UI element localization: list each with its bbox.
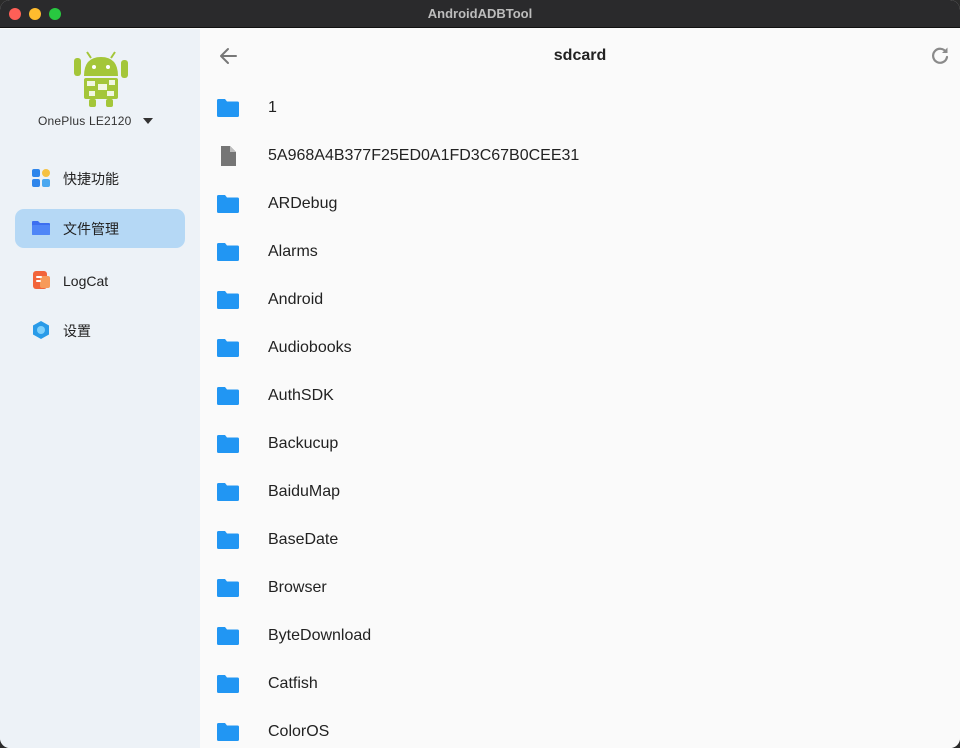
file-name: Alarms <box>268 243 318 260</box>
logcat-icon <box>33 271 50 289</box>
folder-icon <box>217 482 239 502</box>
folder-row[interactable]: Audiobooks <box>200 324 960 372</box>
folder-row[interactable]: ColorOS <box>200 708 960 748</box>
nav-label-quick-actions: 快捷功能 <box>63 170 119 187</box>
nav-label-settings: 设置 <box>63 322 91 339</box>
folder-row[interactable]: Alarms <box>200 228 960 276</box>
folder-icon <box>217 290 239 310</box>
quick-actions-icon <box>32 169 50 187</box>
file-list: 1 5A968A4B377F25ED0A1FD3C67B0CEE31 ARDebug… <box>200 84 960 748</box>
nav-label-logcat: LogCat <box>63 272 109 289</box>
file-name: Catfish <box>268 675 318 692</box>
file-name: 1 <box>268 99 277 116</box>
folder-icon <box>217 386 239 406</box>
device-selector[interactable]: OnePlus LE2120 <box>38 111 153 131</box>
file-name: BaseDate <box>268 531 339 548</box>
chevron-down-icon <box>142 118 153 124</box>
folder-icon <box>217 194 239 214</box>
folder-icon <box>217 338 239 358</box>
path-header: sdcard <box>200 29 960 83</box>
file-name: BaiduMap <box>268 483 341 500</box>
folder-row[interactable]: Browser <box>200 564 960 612</box>
refresh-icon[interactable] <box>930 46 950 66</box>
file-name: AuthSDK <box>268 387 334 404</box>
folder-row[interactable]: 1 <box>200 84 960 132</box>
current-path-title: sdcard <box>553 47 607 64</box>
file-name: ARDebug <box>268 195 338 212</box>
folder-row[interactable]: Catfish <box>200 660 960 708</box>
file-name: ByteDownload <box>268 627 372 644</box>
app-window: AndroidADBTool OnePlus LE2120 快捷功能 文件管理 … <box>0 0 960 748</box>
android-logo-icon <box>74 51 128 107</box>
title-bar: AndroidADBTool <box>0 0 960 28</box>
file-name: Audiobooks <box>268 339 352 356</box>
file-name: Backucup <box>268 435 339 452</box>
folder-icon <box>217 674 239 694</box>
folder-row[interactable]: BaseDate <box>200 516 960 564</box>
folder-row[interactable]: Android <box>200 276 960 324</box>
folder-icon <box>217 626 239 646</box>
nav-item-settings[interactable]: 设置 <box>15 311 185 350</box>
settings-icon <box>33 321 49 339</box>
nav-item-logcat[interactable]: LogCat <box>15 261 185 300</box>
folder-icon <box>217 434 239 454</box>
nav-label-file-manager: 文件管理 <box>63 220 119 237</box>
folder-icon <box>217 242 239 262</box>
folder-row[interactable]: ARDebug <box>200 180 960 228</box>
folder-icon <box>217 98 239 118</box>
file-name: Browser <box>268 579 327 596</box>
folder-icon <box>32 221 50 235</box>
file-name: ColorOS <box>268 723 330 740</box>
folder-icon <box>217 722 239 742</box>
folder-row[interactable]: ByteDownload <box>200 612 960 660</box>
folder-icon <box>217 530 239 550</box>
folder-row[interactable]: AuthSDK <box>200 372 960 420</box>
file-name: Android <box>268 291 324 308</box>
nav-item-file-manager[interactable]: 文件管理 <box>15 209 185 248</box>
file-name: 5A968A4B377F25ED0A1FD3C67B0CEE31 <box>268 147 580 164</box>
nav-item-quick-actions[interactable]: 快捷功能 <box>15 159 185 198</box>
folder-icon <box>217 578 239 598</box>
sidebar: OnePlus LE2120 快捷功能 文件管理 LogCat 设置 <box>0 29 200 748</box>
folder-row[interactable]: Backucup <box>200 420 960 468</box>
file-icon <box>217 146 239 166</box>
folder-row[interactable]: BaiduMap <box>200 468 960 516</box>
device-name: OnePlus LE2120 <box>38 114 132 128</box>
file-manager-panel: sdcard 1 5A968A4B377F25ED0A1FD3C67B0CEE31… <box>200 29 960 748</box>
window-title: AndroidADBTool <box>427 6 533 21</box>
file-row[interactable]: 5A968A4B377F25ED0A1FD3C67B0CEE31 <box>200 132 960 180</box>
